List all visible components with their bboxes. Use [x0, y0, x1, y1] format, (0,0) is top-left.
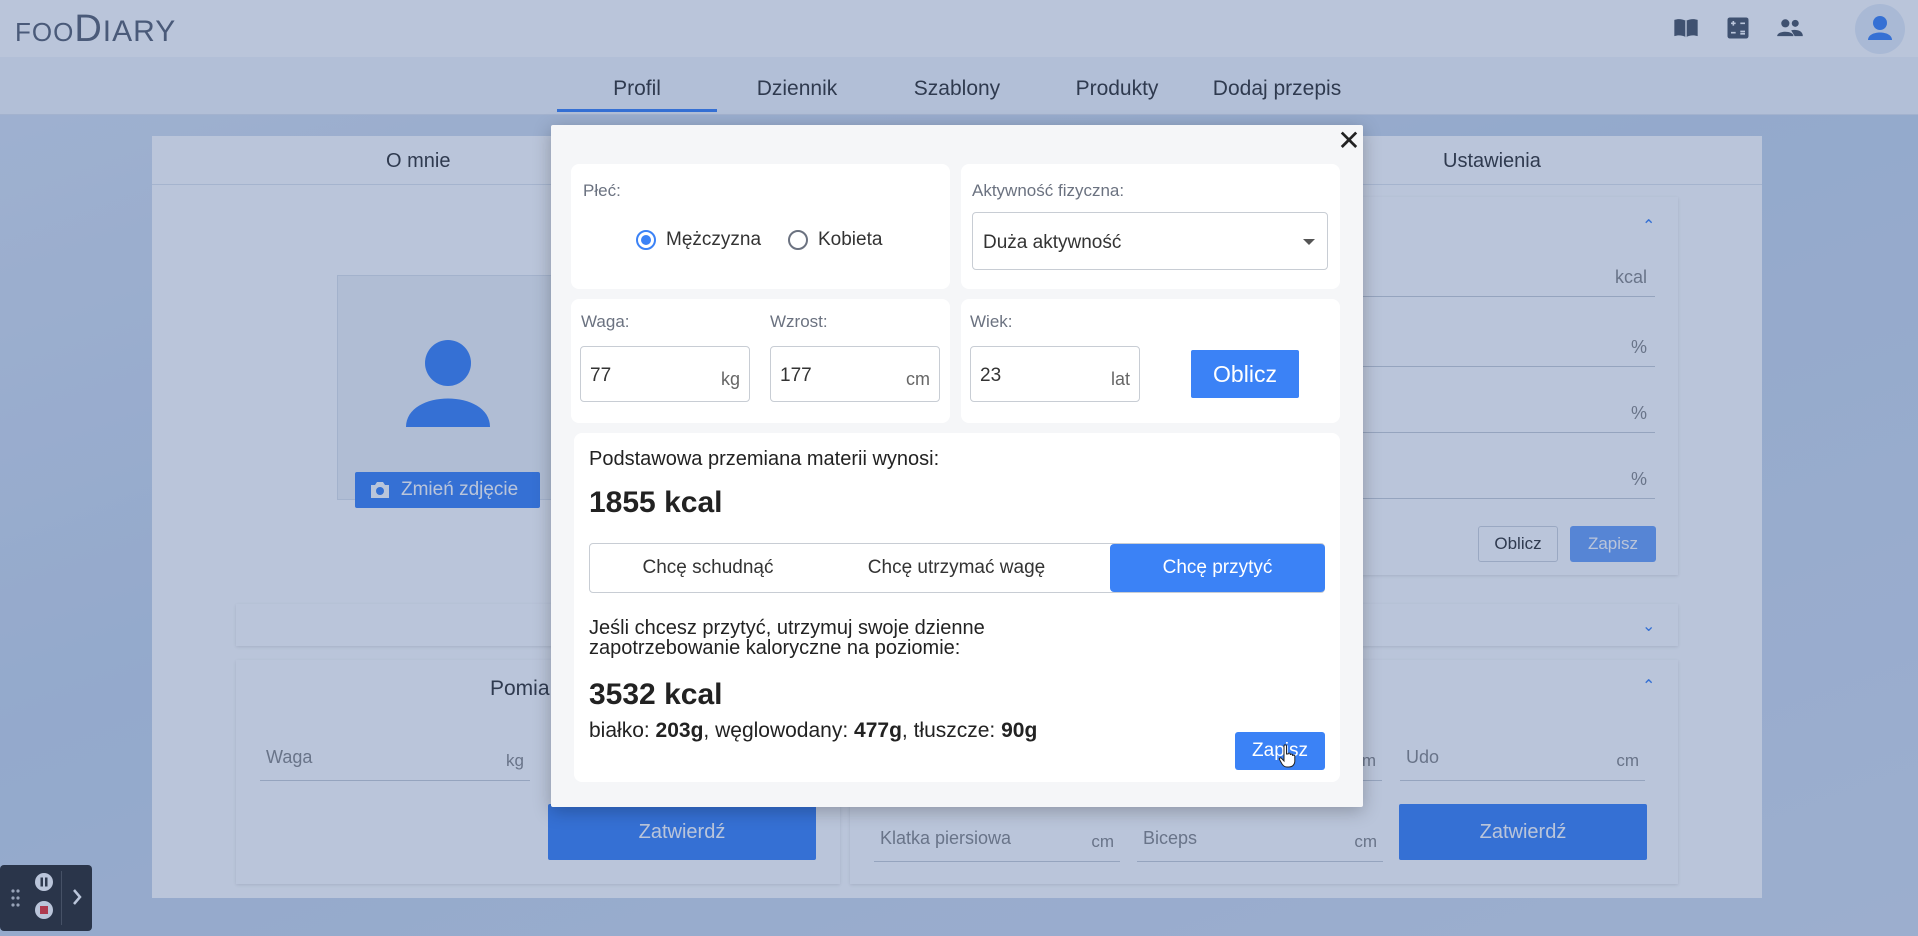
caret-down-icon — [1303, 239, 1315, 245]
macros-summary: białko: 203g, węglowodany: 477g, tłuszcz… — [589, 719, 1038, 742]
target-kcal: 3532 kcal — [589, 678, 723, 711]
close-icon[interactable]: ✕ — [1336, 125, 1362, 156]
protein-value: 203g — [655, 719, 704, 742]
bmr-value: 1855 kcal — [589, 486, 723, 519]
weight-input[interactable]: 77 kg — [580, 346, 750, 402]
height-value: 177 — [780, 365, 812, 386]
goal-maintain-weight[interactable]: Chcę utrzymać wagę — [826, 544, 1087, 592]
sex-label: Płeć: — [583, 181, 621, 200]
carbs-label: węglowodany: — [715, 719, 849, 742]
radio-female[interactable]: Kobieta — [788, 229, 882, 251]
goal-selector: Chcę schudnąć Chcę utrzymać wagę Chcę pr… — [589, 543, 1325, 593]
age-value: 23 — [980, 365, 1002, 386]
height-label: Wzrost: — [770, 312, 828, 331]
advice-line-2: zapotrzebowanie kaloryczne na poziomie: — [589, 637, 961, 659]
radio-male-label: Mężczyzna — [666, 229, 762, 250]
carbs-value: 477g — [854, 719, 902, 742]
age-input[interactable]: 23 lat — [970, 346, 1140, 402]
height-input[interactable]: 177 cm — [770, 346, 940, 402]
weight-label: Waga: — [581, 312, 630, 331]
age-unit: lat — [1110, 369, 1130, 389]
bmr-text: Podstawowa przemiana materii wynosi: — [589, 448, 940, 470]
sex-box — [571, 164, 950, 289]
hand-cursor-icon — [1278, 744, 1296, 768]
radio-male-indicator[interactable] — [636, 230, 656, 250]
fat-label: tłuszcze: — [913, 719, 996, 742]
height-unit: cm — [906, 369, 930, 389]
age-label: Wiek: — [970, 312, 1013, 331]
goal-lose-weight[interactable]: Chcę schudnąć — [590, 544, 826, 592]
radio-male[interactable]: Mężczyzna — [636, 229, 761, 251]
activity-value: Duża aktywność — [983, 232, 1122, 253]
protein-label: białko: — [589, 719, 650, 742]
weight-value: 77 — [590, 365, 612, 386]
radio-female-indicator[interactable] — [788, 230, 808, 250]
weight-unit: kg — [720, 369, 740, 389]
goal-gain-weight[interactable]: Chcę przytyć — [1110, 544, 1325, 592]
radio-female-label: Kobieta — [818, 229, 883, 250]
activity-label: Aktywność fizyczna: — [972, 181, 1125, 200]
calculate-button[interactable]: Oblicz — [1191, 350, 1299, 398]
activity-select[interactable]: Duża aktywność — [972, 212, 1328, 270]
fat-value: 90g — [1001, 719, 1038, 742]
